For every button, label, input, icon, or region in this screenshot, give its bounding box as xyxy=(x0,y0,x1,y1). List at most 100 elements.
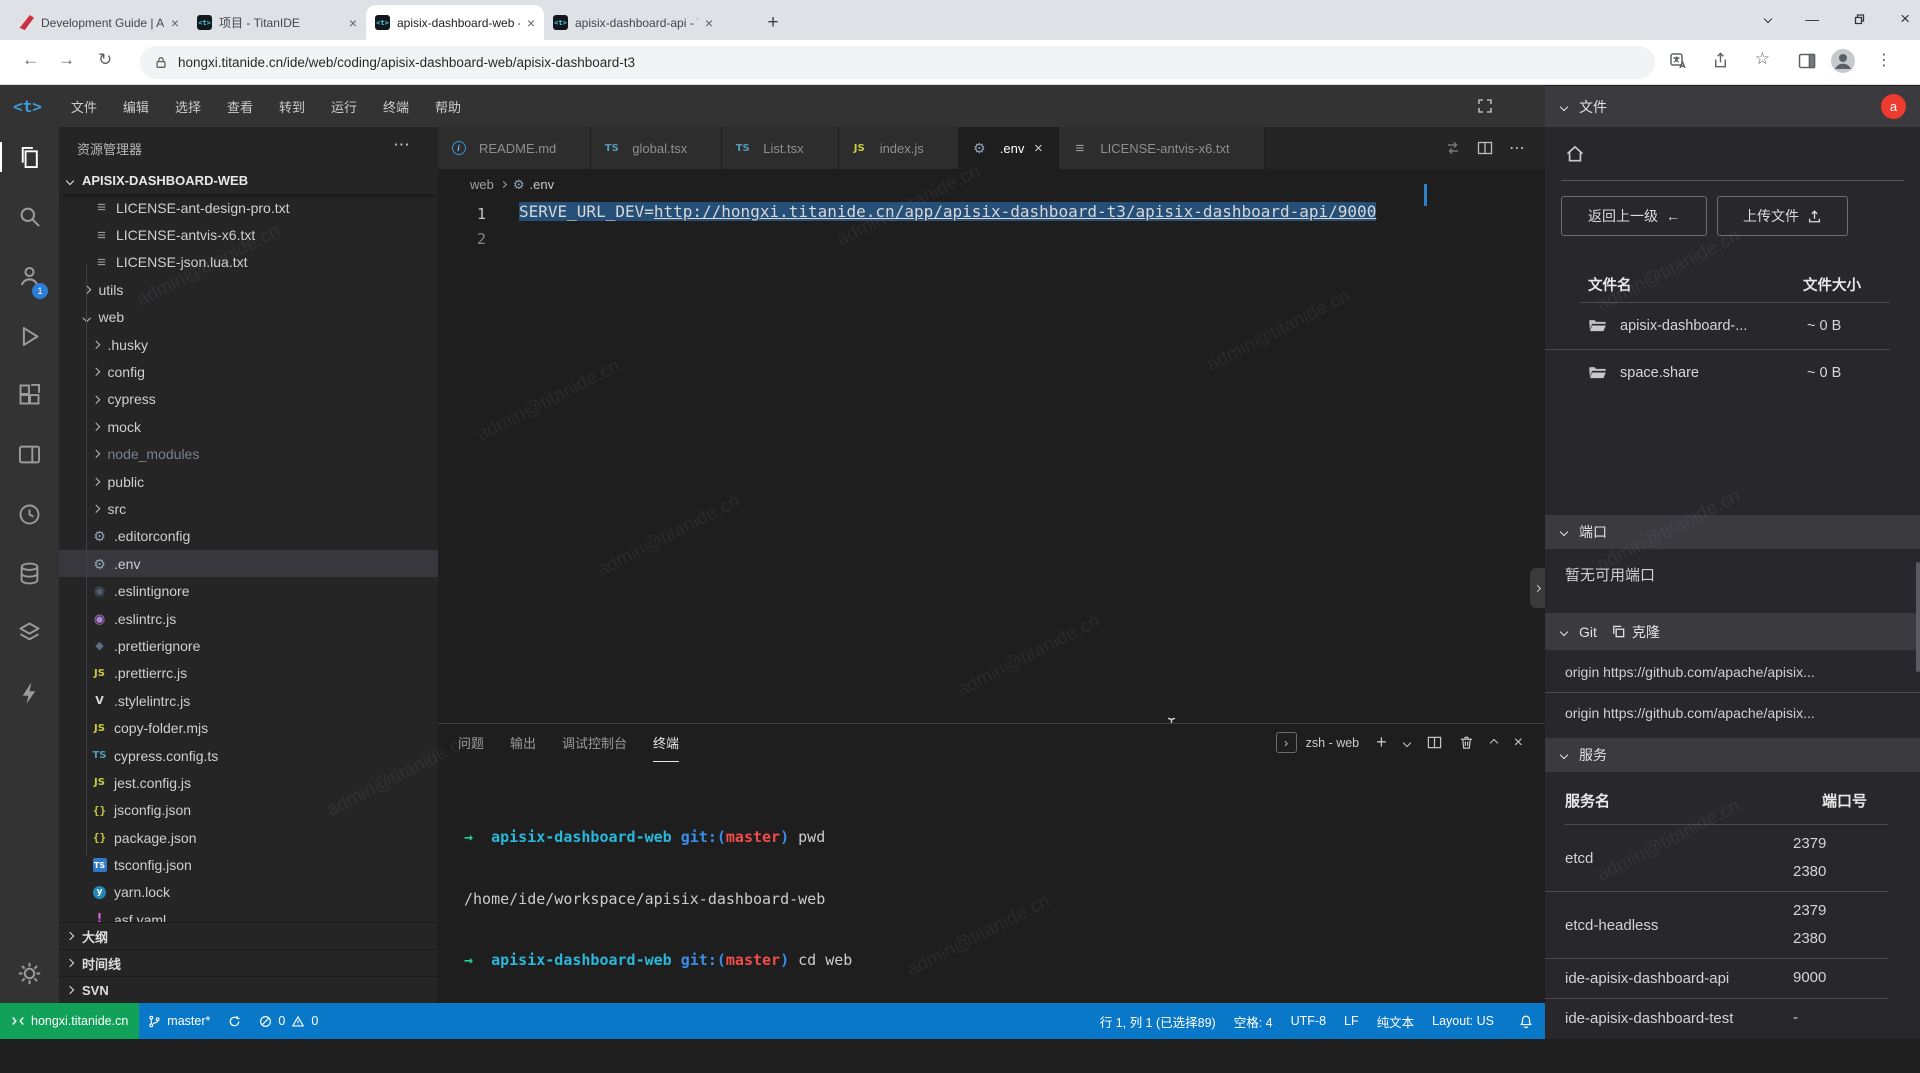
tab-close-icon[interactable]: × xyxy=(527,16,535,30)
editor-tab[interactable]: LICENSE-antvis-x6.txt × xyxy=(1059,127,1264,169)
tree-item[interactable]: .eslintignore xyxy=(59,577,438,604)
tree-item[interactable]: web xyxy=(59,304,438,331)
go-up-button[interactable]: 返回上一级 ← xyxy=(1561,196,1707,236)
terminal-shell-icon[interactable]: › xyxy=(1276,732,1297,753)
breadcrumb[interactable]: web .env xyxy=(438,169,1545,200)
split-terminal-icon[interactable] xyxy=(1427,735,1442,750)
tree-item[interactable]: jest.config.js xyxy=(59,769,438,796)
status-item[interactable]: 行 1, 列 1 (已选择89) xyxy=(1091,1012,1225,1031)
git-clone-button[interactable]: 克隆 xyxy=(1611,622,1660,642)
browser-tab[interactable]: 项目 - TitanIDE × xyxy=(188,5,366,40)
editor-tab[interactable]: index.js × xyxy=(839,127,959,169)
menu-item[interactable]: 转到 xyxy=(266,97,318,116)
open-changes-icon[interactable] xyxy=(1445,140,1461,156)
new-tab-button[interactable]: + xyxy=(760,10,786,36)
database-icon[interactable] xyxy=(16,560,43,587)
tree-item[interactable]: LICENSE-json.lua.txt xyxy=(59,249,438,276)
menu-item[interactable]: 运行 xyxy=(318,97,370,116)
tree-item[interactable]: cypress xyxy=(59,386,438,413)
close-icon[interactable]: × xyxy=(1030,140,1046,157)
tree-item[interactable]: jsconfig.json xyxy=(59,797,438,824)
menu-item[interactable]: 文件 xyxy=(58,97,110,116)
layers-icon[interactable] xyxy=(16,619,43,646)
editor-tab[interactable]: README.md × xyxy=(438,127,591,169)
tree-item[interactable]: .env xyxy=(59,550,438,577)
preview-icon[interactable] xyxy=(16,441,43,468)
tree-item[interactable]: mock xyxy=(59,413,438,440)
panel-tab[interactable]: 调试控制台 xyxy=(562,724,627,762)
panel-tab[interactable]: 终端 xyxy=(653,724,679,762)
status-item[interactable]: 纯文本 xyxy=(1368,1012,1424,1031)
breadcrumb-file[interactable]: .env xyxy=(513,177,554,193)
window-restore-icon[interactable] xyxy=(1853,13,1866,26)
service-row[interactable]: etcd-headless 23792380 xyxy=(1545,891,1888,958)
status-item[interactable]: UTF-8 xyxy=(1282,1014,1335,1028)
notifications-bell-icon[interactable] xyxy=(1519,1014,1533,1029)
menu-item[interactable]: 编辑 xyxy=(110,97,162,116)
translate-icon[interactable] xyxy=(1668,51,1688,71)
search-icon[interactable] xyxy=(16,203,43,230)
bookmark-star-icon[interactable]: ☆ xyxy=(1755,49,1770,69)
split-editor-icon[interactable] xyxy=(1477,140,1493,156)
settings-gear-icon[interactable] xyxy=(16,960,43,987)
reload-icon[interactable]: ↻ xyxy=(98,50,112,70)
panel-tab[interactable]: 问题 xyxy=(458,724,484,762)
tree-item[interactable]: cypress.config.ts xyxy=(59,742,438,769)
tree-item[interactable]: asf.yaml xyxy=(59,906,438,922)
address-bar[interactable]: hongxi.titanide.cn/ide/web/coding/apisix… xyxy=(140,46,1655,79)
browser-menu-icon[interactable]: ⋮ xyxy=(1876,50,1892,70)
tree-item[interactable]: .eslintrc.js xyxy=(59,605,438,632)
git-branch-status[interactable]: master* xyxy=(139,1003,219,1039)
tree-item[interactable]: LICENSE-ant-design-pro.txt xyxy=(59,194,438,221)
window-close-icon[interactable]: × xyxy=(1900,9,1910,29)
run-debug-icon[interactable] xyxy=(16,323,43,350)
side-panel-icon[interactable] xyxy=(1797,51,1817,71)
tree-item[interactable]: node_modules xyxy=(59,441,438,468)
editor-tab[interactable]: List.tsx × xyxy=(722,127,838,169)
git-remote-row[interactable]: origin https://github.com/apache/apisix.… xyxy=(1545,692,1920,733)
forward-icon[interactable]: → xyxy=(58,50,75,70)
browser-tab[interactable]: apisix-dashboard-api - TitanID × xyxy=(544,5,722,40)
tree-item[interactable]: .husky xyxy=(59,331,438,358)
user-avatar[interactable]: a xyxy=(1881,94,1906,119)
tree-item[interactable]: .prettierignore xyxy=(59,632,438,659)
tab-close-icon[interactable]: × xyxy=(705,16,713,30)
sidebar-section-header[interactable]: SVN xyxy=(59,976,438,1003)
problems-status[interactable]: 0 0 xyxy=(250,1003,327,1039)
tab-close-icon[interactable]: × xyxy=(349,16,357,30)
clock-icon[interactable] xyxy=(16,501,43,528)
menu-item[interactable]: 终端 xyxy=(370,97,422,116)
back-icon[interactable]: ← xyxy=(22,50,39,70)
tree-item[interactable]: copy-folder.mjs xyxy=(59,714,438,741)
editor-more-actions-icon[interactable]: ⋯ xyxy=(1509,138,1525,158)
profile-avatar[interactable] xyxy=(1830,48,1856,74)
tree-item[interactable]: LICENSE-antvis-x6.txt xyxy=(59,221,438,248)
service-row[interactable]: ide-apisix-dashboard-api 9000 xyxy=(1545,958,1888,998)
editor-tab[interactable]: global.tsx × xyxy=(591,127,722,169)
editor-tab[interactable]: .env × xyxy=(959,127,1060,169)
terminal-dropdown-icon[interactable] xyxy=(1402,738,1410,746)
tree-item[interactable]: src xyxy=(59,495,438,522)
sidebar-section-header[interactable]: 大纲 xyxy=(59,922,438,949)
tree-item[interactable]: public xyxy=(59,468,438,495)
window-minimize-icon[interactable]: — xyxy=(1805,11,1819,27)
tab-close-icon[interactable]: × xyxy=(171,16,179,30)
maximize-panel-icon[interactable] xyxy=(1489,738,1497,746)
service-row[interactable]: ide-apisix-dashboard-test - xyxy=(1545,998,1888,1038)
code-area[interactable]: 1 2 SERVE_URL_DEV=http://hongxi.titanide… xyxy=(438,200,1545,723)
project-root-header[interactable]: APISIX-DASHBOARD-WEB xyxy=(59,167,438,194)
file-row[interactable]: space.share ~ 0 B xyxy=(1545,349,1890,395)
extensions-icon[interactable] xyxy=(16,381,43,408)
upload-file-button[interactable]: 上传文件 xyxy=(1717,196,1848,236)
sidebar-section-header[interactable]: 时间线 xyxy=(59,949,438,976)
sync-status[interactable] xyxy=(219,1003,250,1039)
tree-item[interactable]: config xyxy=(59,358,438,385)
code-line[interactable]: SERVE_URL_DEV=http://hongxi.titanide.cn/… xyxy=(519,202,1376,227)
tree-item[interactable]: tsconfig.json xyxy=(59,851,438,878)
fullscreen-icon[interactable] xyxy=(1477,98,1493,114)
menu-item[interactable]: 帮助 xyxy=(422,97,474,116)
panel-expand-toggle[interactable] xyxy=(1530,568,1545,608)
scrollbar-thumb[interactable] xyxy=(1916,562,1920,672)
browser-tab[interactable]: Development Guide | Apache × xyxy=(10,5,188,40)
env-url-link[interactable]: http://hongxi.titanide.cn/app/apisix-das… xyxy=(654,202,1376,221)
